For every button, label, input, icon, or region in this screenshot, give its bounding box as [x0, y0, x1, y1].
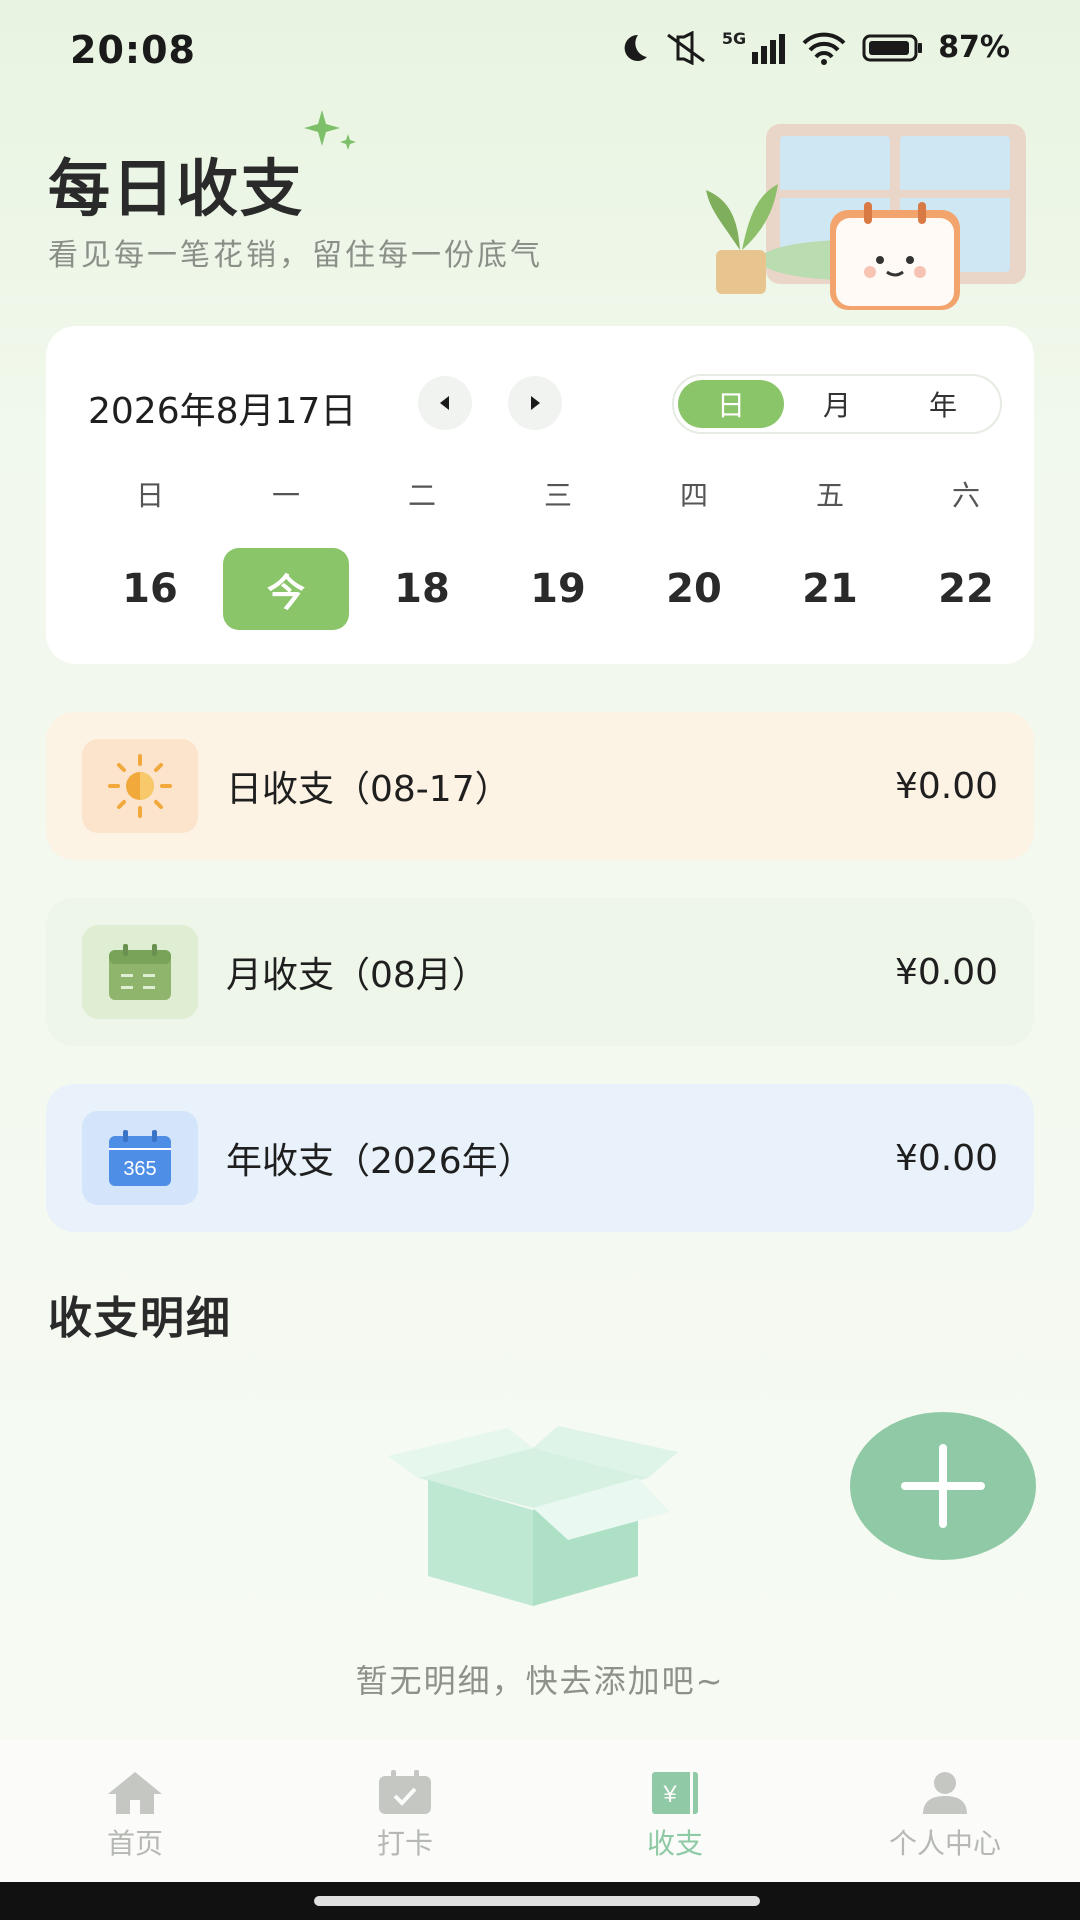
calendar-icon	[82, 925, 198, 1019]
moon-icon	[624, 34, 647, 61]
weekday-label: 五	[815, 479, 844, 512]
home-gesture-handle[interactable]	[314, 1896, 760, 1906]
daily-summary-card[interactable]: 日收支（08-17） ¥0.00	[46, 712, 1034, 860]
day-cell[interactable]: 16	[82, 548, 218, 630]
segment-day[interactable]: 日	[678, 380, 784, 428]
status-icons: 5G 87%	[616, 29, 1010, 65]
checkin-icon	[379, 1770, 431, 1814]
status-bar: 20:08 5G 87%	[0, 0, 1080, 104]
person-icon	[923, 1772, 967, 1814]
page-title: 每日收支	[48, 152, 305, 225]
day-number: 21	[802, 566, 858, 612]
mute-icon	[667, 30, 705, 65]
segment-month[interactable]: 月	[784, 380, 890, 428]
details-title: 收支明细	[48, 1293, 232, 1344]
home-icon	[108, 1772, 162, 1814]
header-illustration	[706, 124, 1026, 310]
status-time: 20:08	[70, 28, 196, 72]
signal-icon	[752, 33, 786, 64]
tab-label: 首页	[106, 1827, 163, 1860]
calendar-365-icon: 365	[82, 1111, 198, 1205]
weekday-label: 四	[679, 479, 708, 512]
calendar-card: 2026年8月17日 日 月 年 日 一 二 三 四 五 六 16 今 18 1…	[46, 326, 1034, 664]
battery-percent: 87%	[938, 30, 1010, 65]
page-subtitle: 看见每一笔花销，留住每一份底气	[48, 238, 543, 273]
triangle-right-icon	[531, 396, 540, 410]
network-type: 5G	[721, 29, 747, 48]
day-row: 16 今 18 19 20 21 22	[82, 548, 1034, 630]
monthly-summary-card[interactable]: 月收支（08月） ¥0.00	[46, 898, 1034, 1046]
segment-year[interactable]: 年	[890, 380, 996, 428]
sparkle-icon	[304, 110, 356, 150]
yearly-summary-card[interactable]: 365 年收支（2026年） ¥0.00	[46, 1084, 1034, 1232]
weekday-label: 二	[407, 479, 436, 512]
tab-label: 打卡	[376, 1827, 433, 1860]
ledger-icon: ¥	[652, 1772, 698, 1814]
gesture-bar	[0, 1882, 1080, 1920]
date-label: 2026年8月17日	[88, 391, 357, 432]
tab-home[interactable]: 首页	[0, 1740, 270, 1882]
summary-value: ¥0.00	[894, 1137, 998, 1179]
weekday-label: 一	[271, 479, 300, 512]
summary-label: 年收支（2026年）	[226, 1141, 534, 1182]
summary-label: 月收支（08月）	[226, 955, 488, 996]
day-cell[interactable]: 21	[762, 548, 898, 630]
empty-state-text: 暂无明细，快去添加吧~	[355, 1662, 725, 1700]
plus-icon	[901, 1444, 985, 1528]
wifi-icon	[802, 32, 846, 65]
bottom-nav: 首页 打卡 ¥ 收支 个人中心	[0, 1740, 1080, 1882]
prev-date-button[interactable]	[418, 376, 472, 430]
weekday-label: 六	[951, 479, 980, 512]
tab-ledger[interactable]: ¥ 收支	[540, 1740, 810, 1882]
day-number: 16	[122, 566, 178, 612]
summary-value: ¥0.00	[894, 951, 998, 993]
day-number: 18	[394, 566, 450, 612]
tab-profile[interactable]: 个人中心	[810, 1740, 1080, 1882]
add-record-button[interactable]	[850, 1412, 1036, 1560]
tab-label: 收支	[646, 1827, 703, 1860]
day-number: 22	[938, 566, 994, 612]
empty-box-icon	[388, 1426, 678, 1606]
day-number: 20	[666, 566, 722, 612]
summary-value: ¥0.00	[894, 765, 998, 807]
battery-icon	[862, 34, 923, 61]
next-date-button[interactable]	[508, 376, 562, 430]
icon-365-text: 365	[123, 1158, 156, 1180]
day-cell[interactable]: 22	[898, 548, 1034, 630]
day-number: 19	[530, 566, 586, 612]
svg-text:¥: ¥	[662, 1781, 677, 1808]
weekday-row: 日 一 二 三 四 五 六	[46, 474, 1034, 514]
triangle-left-icon	[440, 396, 449, 410]
weekday-label: 三	[543, 479, 572, 512]
day-number: 今	[223, 548, 349, 630]
summary-label: 日收支（08-17）	[226, 769, 511, 810]
weekday-label: 日	[135, 479, 164, 512]
period-segment: 日 月 年	[672, 374, 1002, 434]
day-cell[interactable]: 18	[354, 548, 490, 630]
tab-checkin[interactable]: 打卡	[270, 1740, 540, 1882]
tab-label: 个人中心	[888, 1827, 1001, 1860]
day-cell[interactable]: 19	[490, 548, 626, 630]
day-cell-today[interactable]: 今	[218, 548, 354, 630]
day-cell[interactable]: 20	[626, 548, 762, 630]
sun-icon	[82, 739, 198, 833]
